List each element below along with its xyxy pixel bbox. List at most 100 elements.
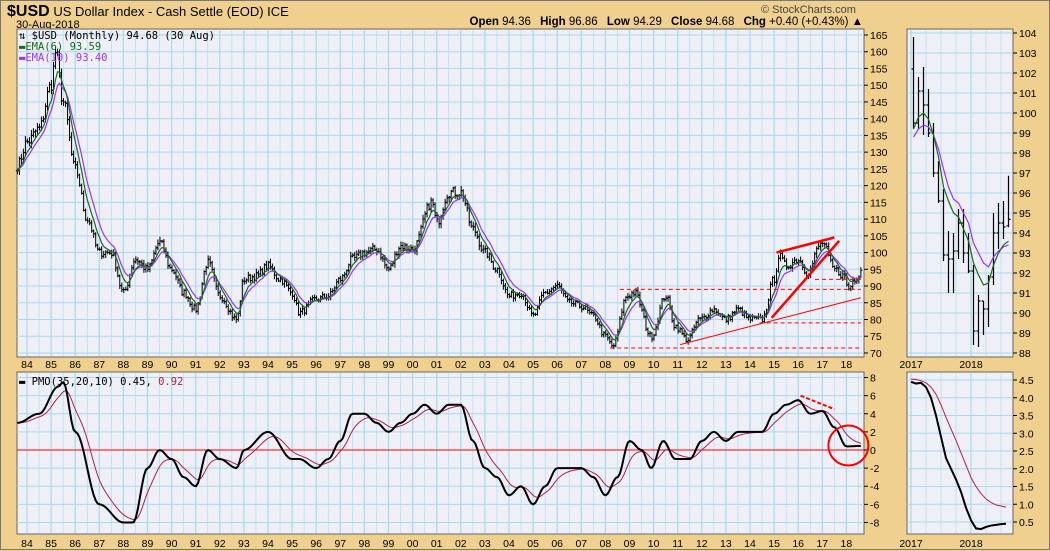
x-tick-label: 18 — [841, 359, 853, 371]
y-tick-label: 2.5 — [1019, 446, 1034, 458]
x-tick-label: 92 — [214, 359, 226, 371]
y-tick-label: 75 — [870, 331, 882, 343]
x-tick-label: 96 — [310, 359, 322, 371]
x-tick-label: 94 — [262, 359, 274, 371]
x-tick-label: 96 — [310, 538, 322, 550]
y-tick-label: 96 — [1019, 188, 1031, 200]
x-tick-label: 07 — [575, 538, 587, 550]
x-tick-label: 04 — [503, 538, 515, 550]
y-tick-label: 1.5 — [1019, 482, 1034, 494]
legend-ema10-text: EMA(10) 93.40 — [25, 52, 108, 64]
y-tick-label: 115 — [870, 197, 887, 209]
x-tick-label: 90 — [166, 359, 178, 371]
x-tick-label: 03 — [479, 538, 491, 550]
y-tick-label: 125 — [870, 164, 888, 176]
y-tick-label: -4 — [870, 481, 879, 493]
y-tick-label: 4 — [870, 409, 876, 421]
x-tick-label: 2017 — [899, 359, 923, 371]
y-tick-label: 70 — [870, 348, 882, 360]
mini-pmo-panel — [906, 371, 1014, 535]
x-tick-label: 07 — [575, 359, 587, 371]
y-tick-label: 4.5 — [1019, 375, 1034, 387]
x-tick-label: 11 — [672, 359, 683, 371]
x-tick-label: 00 — [407, 359, 419, 371]
pmo-panel — [16, 371, 865, 535]
y-tick-label: 91 — [1019, 288, 1031, 300]
y-tick-label: 94 — [1019, 228, 1031, 240]
y-tick-label: 85 — [870, 298, 882, 310]
x-tick-label: 86 — [69, 538, 81, 550]
y-tick-label: 160 — [870, 47, 888, 59]
x-tick-label: 89 — [142, 359, 154, 371]
x-tick-label: 11 — [672, 538, 683, 550]
x-tick-label: 89 — [142, 538, 154, 550]
x-tick-label: 15 — [768, 538, 780, 550]
x-tick-label: 16 — [792, 359, 804, 371]
x-tick-label: 94 — [262, 538, 274, 550]
x-tick-label: 18 — [841, 538, 853, 550]
x-tick-label: 17 — [816, 538, 828, 550]
x-tick-label: 2017 — [899, 538, 923, 550]
y-tick-label: 2.0 — [1019, 464, 1034, 476]
x-tick-label: 98 — [359, 538, 371, 550]
y-tick-label: 101 — [1019, 88, 1037, 100]
x-tick-label: 2018 — [959, 538, 983, 550]
y-tick-label: 95 — [1019, 208, 1031, 220]
y-tick-label: 93 — [1019, 248, 1031, 260]
x-tick-label: 10 — [648, 359, 660, 371]
x-tick-label: 84 — [21, 359, 33, 371]
y-tick-label: -6 — [870, 499, 879, 511]
legend-ema10: ▬EMA(10) 93.40 — [19, 52, 108, 64]
y-tick-label: 100 — [1019, 108, 1037, 120]
legend-pmo-text: PMO(35,20,10) 0.45, — [31, 376, 152, 388]
x-tick-label: 93 — [238, 538, 250, 550]
y-tick-label: 89 — [1019, 328, 1031, 340]
y-tick-label: 135 — [870, 130, 888, 142]
x-tick-label: 05 — [527, 359, 539, 371]
y-tick-label: 2 — [870, 427, 876, 439]
x-tick-label: 99 — [383, 538, 395, 550]
y-tick-label: 99 — [1019, 128, 1031, 140]
x-tick-label: 02 — [455, 359, 467, 371]
y-tick-label: 165 — [870, 30, 888, 42]
y-tick-label: 4.0 — [1019, 393, 1034, 405]
y-tick-label: 155 — [870, 63, 888, 75]
x-tick-label: 15 — [768, 359, 780, 371]
x-tick-label: 08 — [600, 538, 612, 550]
x-tick-label: 06 — [551, 359, 563, 371]
x-tick-label: 12 — [696, 538, 708, 550]
y-tick-label: 120 — [870, 181, 888, 193]
x-tick-label: 84 — [21, 538, 33, 550]
y-tick-label: -2 — [870, 463, 879, 475]
x-tick-label: 88 — [118, 538, 130, 550]
y-tick-label: 97 — [1019, 168, 1031, 180]
y-tick-label: 92 — [1019, 268, 1031, 280]
x-tick-label: 92 — [214, 538, 226, 550]
y-tick-label: 145 — [870, 97, 888, 109]
x-tick-label: 01 — [431, 538, 443, 550]
x-tick-label: 87 — [93, 359, 105, 371]
x-tick-label: 16 — [792, 538, 804, 550]
y-tick-label: 90 — [1019, 308, 1031, 320]
y-tick-label: 88 — [1019, 348, 1031, 360]
x-tick-label: 06 — [551, 538, 563, 550]
x-tick-label: 03 — [479, 359, 491, 371]
y-tick-label: 104 — [1019, 28, 1037, 40]
y-tick-label: 110 — [870, 214, 887, 226]
y-tick-label: 8 — [870, 373, 876, 385]
x-tick-label: 98 — [359, 359, 371, 371]
y-tick-label: 140 — [870, 114, 888, 126]
x-tick-label: 91 — [190, 538, 202, 550]
x-tick-label: 08 — [600, 359, 612, 371]
y-tick-label: 90 — [870, 281, 882, 293]
x-tick-label: 05 — [527, 538, 539, 550]
x-tick-label: 99 — [383, 359, 395, 371]
x-tick-label: 14 — [744, 359, 756, 371]
x-tick-label: 01 — [431, 359, 443, 371]
y-tick-label: -8 — [870, 517, 879, 529]
y-tick-label: 0 — [870, 445, 876, 457]
x-tick-label: 95 — [286, 359, 298, 371]
legend-pmo: ▬ PMO(35,20,10) 0.45, 0.92 — [19, 376, 184, 388]
x-tick-label: 17 — [816, 359, 828, 371]
x-tick-label: 90 — [166, 538, 178, 550]
